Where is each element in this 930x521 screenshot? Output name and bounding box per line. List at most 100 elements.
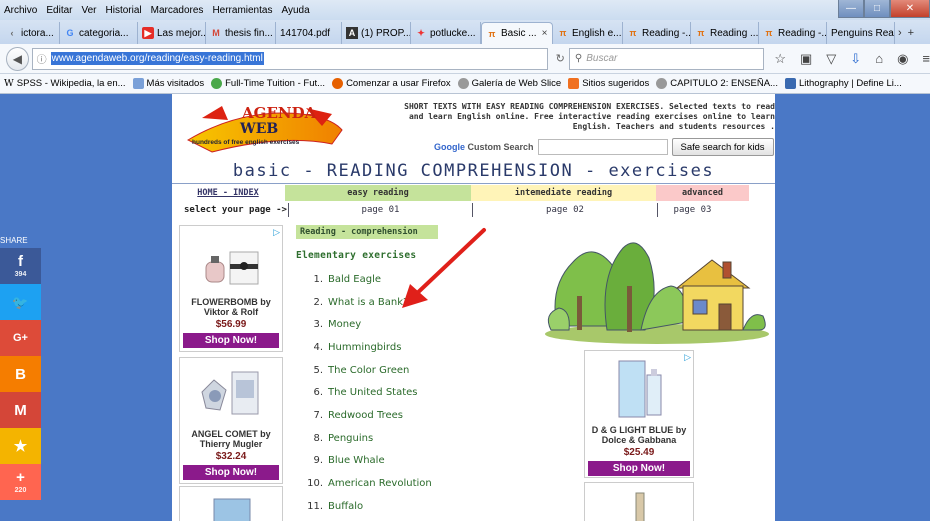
tab-12[interactable]: Penguins Rea... [827, 22, 895, 44]
page-01-link[interactable]: page 01 [288, 203, 472, 217]
safe-search-button[interactable]: Safe search for kids [671, 138, 774, 156]
bookmark-item[interactable]: Full-Time Tuition - Fut... [211, 78, 325, 89]
blogger-share-button[interactable]: B [0, 356, 41, 392]
exercise-link-buffalo[interactable]: Buffalo [328, 501, 363, 512]
menu-historial[interactable]: Historial [106, 5, 142, 16]
menu-herramientas[interactable]: Herramientas [212, 5, 272, 16]
agendaweb-icon: π [559, 28, 567, 38]
tab-10[interactable]: π Reading ... [691, 22, 759, 44]
shop-now-button[interactable]: Shop Now! [183, 333, 279, 348]
tab-5[interactable]: A (1) PROP... [342, 22, 411, 44]
blogger-icon: B [15, 365, 26, 383]
page-02-link[interactable]: page 02 [472, 203, 657, 217]
page-03-link[interactable]: page 03 [657, 203, 727, 217]
more-icon: + [16, 469, 25, 486]
ad-angel-comet[interactable]: ANGEL COMET by Thierry Mugler $32.24 Sho… [179, 357, 283, 484]
shop-now-button[interactable]: Shop Now! [183, 465, 279, 480]
adchoices-icon[interactable]: ▷ [684, 352, 691, 363]
googleplus-share-button[interactable]: G+ [0, 320, 41, 356]
gmail-share-button[interactable]: M [0, 392, 41, 428]
info-icon[interactable]: ⓘ [37, 51, 47, 66]
list-number: 2. [313, 296, 323, 308]
tab-9[interactable]: π Reading -... [623, 22, 691, 44]
tab-8[interactable]: π English e... [553, 22, 623, 44]
bookmark-item[interactable]: W SPSS - Wikipedia, la en... [4, 78, 126, 89]
url-text[interactable]: www.agendaweb.org/reading/easy-reading.h… [50, 52, 264, 65]
ad-light-blue[interactable]: ▷ D & G LIGHT BLUE by Dolce & Gabbana $2… [584, 350, 694, 478]
ad-partial[interactable] [584, 482, 694, 521]
exercise-link-penguins[interactable]: Penguins [328, 433, 373, 444]
adchoices-icon[interactable]: ▷ [273, 227, 280, 238]
exercise-link-bank[interactable]: What is a Bank? [328, 297, 408, 308]
menu-archivo[interactable]: Archivo [4, 5, 37, 16]
tab-4[interactable]: 141704.pdf [276, 22, 342, 44]
exercise-link-money[interactable]: Money [328, 319, 361, 330]
home-index-link[interactable]: HOME - INDEX [182, 185, 274, 201]
exercise-link-blue-whale[interactable]: Blue Whale [328, 455, 385, 466]
shop-now-button[interactable]: Shop Now! [588, 461, 690, 476]
intermediate-reading-tab[interactable]: intemediate reading [471, 185, 656, 201]
favorites-share-button[interactable]: ★ [0, 428, 41, 464]
exercise-link-united-states[interactable]: The United States [328, 387, 418, 398]
annotation-arrow [402, 228, 486, 308]
bookmark-item[interactable]: Comenzar a usar Firefox [332, 78, 451, 89]
bookmark-item[interactable]: Lithography | Define Li... [784, 78, 902, 89]
bookmark-star-icon[interactable]: ☆ [774, 51, 786, 67]
exercise-link-color-green[interactable]: The Color Green [328, 365, 409, 376]
ad-product-name: ANGEL COMET by Thierry Mugler [191, 429, 271, 449]
chat-icon[interactable]: ◉ [897, 51, 908, 67]
tab-11[interactable]: π Reading -... [759, 22, 827, 44]
easy-reading-tab[interactable]: easy reading [285, 185, 471, 201]
facebook-share-button[interactable]: f 394 [0, 248, 41, 284]
custom-search-input[interactable] [537, 139, 668, 155]
firefox-icon [332, 78, 344, 89]
menu-marcadores[interactable]: Marcadores [151, 5, 204, 16]
tab-scroll-right-icon[interactable]: › [898, 27, 902, 39]
menu-icon[interactable]: ≡ [922, 51, 930, 66]
url-bar[interactable]: ⓘ www.agendaweb.org/reading/easy-reading… [31, 47, 548, 70]
tab-3[interactable]: Mthesis fin... [206, 22, 276, 44]
exercise-link-bald-eagle[interactable]: Bald Eagle [328, 274, 381, 285]
new-tab-icon[interactable]: + [908, 27, 914, 39]
exercise-link-hummingbirds[interactable]: Hummingbirds [328, 342, 401, 353]
shared-icon: ‹ [10, 28, 14, 38]
bookmark-item[interactable]: Galería de Web Slice [457, 78, 561, 89]
ad-flowerbomb[interactable]: ▷ FLOWERBOMB by Viktor & Rolf $56.99 Sho… [179, 225, 283, 352]
list-number: 1. [313, 273, 323, 285]
close-icon[interactable]: ✕ [890, 0, 930, 18]
reading-list-icon[interactable]: ▣ [800, 51, 812, 67]
site-content: AGENDA WEB hundreds of free english exer… [172, 94, 775, 521]
tab-6[interactable]: ✦ potlucke... [411, 22, 481, 44]
menu-ver[interactable]: Ver [81, 5, 96, 16]
suggested-sites-icon [568, 78, 580, 89]
reload-icon[interactable]: ↻ [556, 52, 565, 65]
select-page-label: select your page -> [184, 205, 287, 215]
wikipedia-icon: W [4, 78, 14, 89]
ad-partial[interactable] [179, 486, 283, 521]
bookmark-item[interactable]: Más visitados [132, 78, 204, 89]
advanced-reading-tab[interactable]: advanced [656, 185, 749, 201]
search-box[interactable]: ⚲ Buscar [568, 47, 765, 70]
exercise-link-redwood-trees[interactable]: Redwood Trees [328, 410, 403, 421]
close-tab-icon[interactable]: × [542, 28, 548, 39]
site-description: SHORT TEXTS WITH EASY READING COMPREHENS… [404, 102, 775, 131]
minimize-icon[interactable]: — [838, 0, 864, 18]
exercise-link-american-revolution[interactable]: American Revolution [328, 478, 432, 489]
tab-7-active[interactable]: π Basic ... × [481, 22, 553, 44]
back-button[interactable]: ◀ [6, 46, 29, 71]
tab-2[interactable]: ▶ Las mejor... [138, 22, 206, 44]
agendaweb-logo[interactable]: AGENDA WEB hundreds of free english exer… [182, 100, 347, 158]
maximize-icon[interactable]: □ [864, 0, 890, 18]
tab-1[interactable]: Gcategoria... [60, 22, 138, 44]
bookmark-item[interactable]: CAPITULO 2: ENSEÑA... [656, 78, 778, 89]
twitter-share-button[interactable]: 🐦 [0, 284, 41, 320]
menu-editar[interactable]: Editar [46, 5, 72, 16]
download-icon[interactable]: ⇩ [850, 51, 861, 67]
home-icon[interactable]: ⌂ [875, 51, 883, 66]
menu-ayuda[interactable]: Ayuda [281, 5, 309, 16]
tab-0[interactable]: ‹ ictora... [2, 22, 60, 44]
pocket-icon[interactable]: ▽ [826, 51, 836, 67]
bookmark-item[interactable]: Sitios sugeridos [568, 78, 649, 89]
tab-label: ictora... [21, 27, 54, 39]
more-share-button[interactable]: +220 [0, 464, 41, 500]
